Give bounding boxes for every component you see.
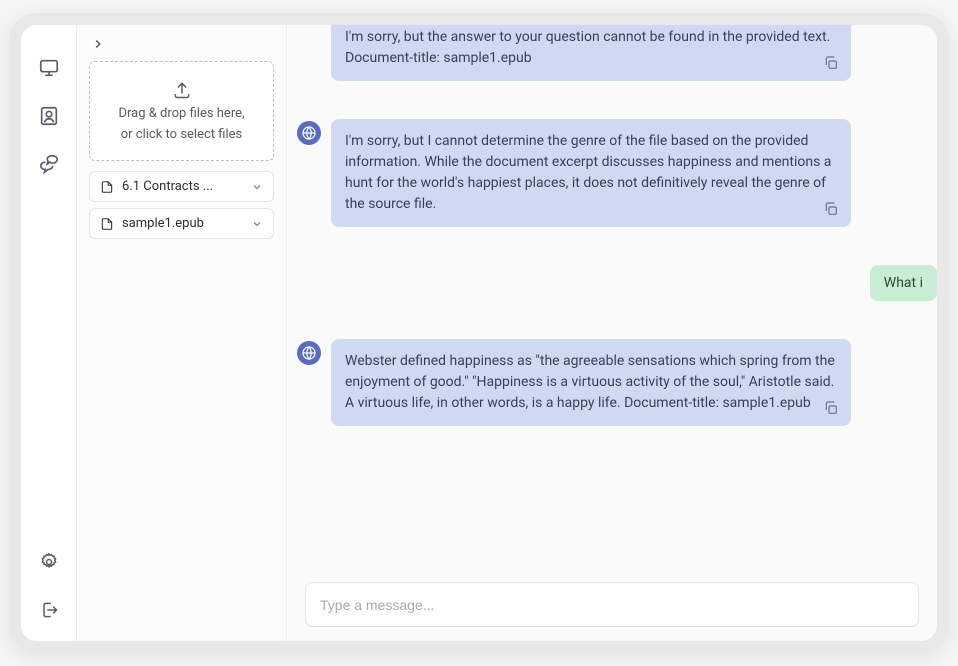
chat-area: I'm sorry, but the answer to your questi… [287, 25, 937, 641]
settings-icon[interactable] [36, 549, 62, 575]
chevron-down-icon [251, 181, 263, 193]
assistant-message-row: I'm sorry, but I cannot determine the ge… [297, 119, 919, 227]
message-input[interactable] [320, 597, 904, 613]
chevron-right-icon[interactable] [89, 37, 105, 51]
file-dropzone[interactable]: Drag & drop files here, or click to sele… [89, 61, 274, 161]
copy-icon[interactable] [823, 201, 841, 219]
message-text: I'm sorry, but I cannot determine the ge… [345, 133, 831, 212]
laptop-frame: Drag & drop files here, or click to sele… [9, 13, 949, 653]
message-input-bar [305, 582, 919, 627]
file-icon [100, 180, 114, 194]
upload-icon [172, 80, 192, 100]
copy-icon[interactable] [823, 400, 841, 418]
assistant-message-row: Webster defined happiness as "the agreea… [297, 339, 919, 426]
monitor-icon[interactable] [36, 55, 62, 81]
user-message-row: What i [297, 265, 919, 301]
logout-icon[interactable] [36, 597, 62, 623]
message-text: What i [884, 275, 923, 291]
file-item[interactable]: sample1.epub [89, 208, 274, 239]
file-list: 6.1 Contracts ... sample1.epub [89, 171, 274, 239]
iconbar [21, 25, 77, 641]
chat-icon[interactable] [36, 151, 62, 177]
assistant-avatar-icon [297, 341, 321, 365]
file-item[interactable]: 6.1 Contracts ... [89, 171, 274, 202]
file-icon [100, 217, 114, 231]
chevron-down-icon [251, 218, 263, 230]
assistant-bubble: Webster defined happiness as "the agreea… [331, 339, 851, 426]
dropzone-text-2: or click to select files [121, 127, 242, 142]
assistant-bubble: I'm sorry, but I cannot determine the ge… [331, 119, 851, 227]
file-name: 6.1 Contracts ... [122, 179, 243, 194]
user-icon[interactable] [36, 103, 62, 129]
sidebar: Drag & drop files here, or click to sele… [77, 25, 287, 641]
message-text: Webster defined happiness as "the agreea… [345, 353, 835, 411]
message-list[interactable]: I'm sorry, but the answer to your questi… [287, 25, 937, 572]
assistant-avatar-icon [297, 121, 321, 145]
app-window: Drag & drop files here, or click to sele… [21, 25, 937, 641]
user-bubble: What i [870, 265, 937, 301]
dropzone-text-1: Drag & drop files here, [118, 106, 244, 121]
assistant-bubble: I'm sorry, but the answer to your questi… [331, 25, 851, 81]
assistant-message-row: I'm sorry, but the answer to your questi… [297, 35, 919, 81]
message-text: I'm sorry, but the answer to your questi… [345, 29, 830, 66]
copy-icon[interactable] [823, 55, 841, 73]
file-name: sample1.epub [122, 216, 243, 231]
